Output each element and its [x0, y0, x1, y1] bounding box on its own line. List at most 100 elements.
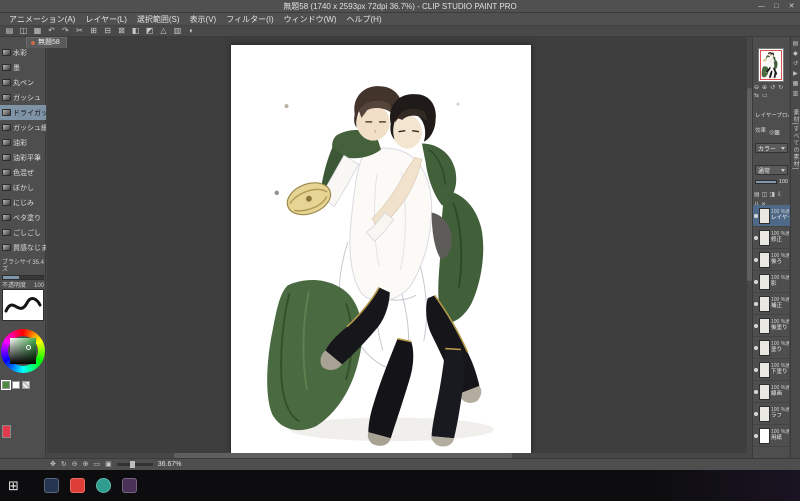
rotate-view-icon[interactable]: ↻ [61, 460, 67, 470]
subtool-item[interactable]: 油彩 [0, 135, 46, 150]
canvas-area[interactable] [47, 37, 752, 458]
subtool-item[interactable]: 油彩平筆 [0, 150, 46, 165]
zoom-slider[interactable] [116, 461, 153, 468]
new-folder-icon[interactable]: ◫ [762, 191, 768, 199]
layer-row[interactable]: 100 %通常 線画 [753, 381, 790, 403]
visibility-eye-icon[interactable] [754, 323, 758, 328]
nav-zoom-out-icon[interactable]: ⊖ [754, 85, 759, 92]
history-icon[interactable]: ↺ [793, 61, 798, 68]
layer-row[interactable]: 100 %通常 修正 [753, 227, 790, 249]
copy-icon[interactable]: ⊞ [88, 26, 99, 36]
menu-item[interactable]: ヘルプ(H) [342, 14, 387, 25]
tone-effect-icon[interactable]: ▩ [774, 130, 780, 136]
canvas-page[interactable] [231, 45, 531, 453]
layer-row[interactable]: 100 %通常 後塗り [753, 315, 790, 337]
mono-pattern-icon[interactable]: ▥ [793, 91, 799, 98]
visibility-eye-icon[interactable] [754, 257, 758, 262]
layer-row[interactable]: 100 %通常 塗り [753, 337, 790, 359]
save-icon[interactable]: ▦ [32, 26, 43, 36]
layer-row[interactable]: 100 %通常 下塗り [753, 359, 790, 381]
layer-row[interactable]: 100 %通常 用紙 [753, 425, 790, 447]
zoom-out-icon[interactable]: ⊖ [72, 460, 78, 470]
zoom-slider-knob[interactable] [130, 461, 136, 468]
menu-item[interactable]: フィルター(I) [221, 14, 278, 25]
zoom-in-icon[interactable]: ⊕ [83, 460, 89, 470]
menu-item[interactable]: 選択範囲(S) [132, 14, 185, 25]
subtool-item[interactable]: ごしごし [0, 225, 46, 240]
close-button[interactable]: ✕ [785, 1, 798, 12]
fit-screen-icon[interactable]: ▭ [94, 460, 101, 470]
menu-item[interactable]: アニメーション(A) [4, 14, 80, 25]
visibility-eye-icon[interactable] [754, 389, 758, 394]
visibility-eye-icon[interactable] [754, 279, 758, 284]
layer-row[interactable]: 100 %通常 レイヤー36 [753, 205, 790, 227]
nav-flip-icon[interactable]: ⇆ [754, 93, 759, 100]
nav-rotate-right-icon[interactable]: ↻ [778, 85, 783, 92]
delete-icon[interactable]: ⊠ [116, 26, 127, 36]
visibility-eye-icon[interactable] [754, 213, 758, 218]
grid-icon[interactable]: ▥ [172, 26, 183, 36]
blend-mode-dropdown[interactable]: 通常 [755, 165, 788, 175]
snap-icon[interactable]: ◩ [144, 26, 155, 36]
color-history-swatch[interactable] [2, 425, 11, 438]
document-tab[interactable]: 無題58 [26, 37, 67, 48]
undo-icon[interactable]: ↶ [46, 26, 57, 36]
cut-icon[interactable]: ✂ [74, 26, 85, 36]
navigator-thumbnail[interactable] [758, 48, 784, 82]
subtool-item[interactable]: 墨 [0, 60, 46, 75]
subtool-item[interactable]: 質感なじませ [0, 240, 46, 255]
menu-item[interactable]: 表示(V) [185, 14, 222, 25]
actual-size-icon[interactable]: ▣ [105, 460, 112, 470]
nav-fit-icon[interactable]: ▭ [762, 93, 768, 100]
subtool-item[interactable]: 色混ぜ [0, 165, 46, 180]
visibility-eye-icon[interactable] [754, 411, 758, 416]
layer-row[interactable]: 100 %通常 補正 [753, 293, 790, 315]
pan-icon[interactable]: ✥ [50, 460, 56, 470]
new-layer-icon[interactable]: ▤ [754, 191, 760, 199]
layer-row[interactable]: 100 %通常 影 [753, 271, 790, 293]
subtool-item[interactable]: ガッシュ [0, 90, 46, 105]
purple-app-icon[interactable] [121, 478, 137, 493]
visibility-eye-icon[interactable] [754, 301, 758, 306]
quick-access-icon[interactable]: ▤ [793, 41, 799, 48]
subtool-item[interactable]: ガッシュ細筆 [0, 120, 46, 135]
layer-row[interactable]: 100 %通常 ラフ [753, 403, 790, 425]
start-button[interactable]: ⊞ [8, 470, 19, 501]
menu-item[interactable]: ウィンドウ(W) [279, 14, 342, 25]
visibility-eye-icon[interactable] [754, 345, 758, 350]
minimize-button[interactable]: — [755, 1, 768, 12]
transfer-down-icon[interactable]: ⇩ [777, 191, 782, 199]
nav-zoom-in-icon[interactable]: ⊕ [762, 85, 767, 92]
nav-rotate-left-icon[interactable]: ↺ [770, 85, 775, 92]
sub-color-swatch[interactable] [12, 381, 20, 389]
title-bar[interactable]: 無題58 (1740 x 2593px 72dpi 36.7%) - CLIP … [0, 0, 800, 13]
main-color-swatch[interactable] [1, 380, 11, 390]
subtool-item[interactable]: ぼかし [0, 180, 46, 195]
material-palette-tab[interactable]: 素材[すべての素材] [791, 109, 800, 170]
subtool-item[interactable]: にじみ [0, 195, 46, 210]
red-app-icon[interactable] [69, 478, 85, 493]
color-saturation-square[interactable] [10, 338, 36, 364]
ruler-icon[interactable]: △ [158, 26, 169, 36]
visibility-eye-icon[interactable] [754, 433, 758, 438]
subtool-item[interactable]: 丸ペン [0, 75, 46, 90]
task-view-icon[interactable] [43, 478, 59, 493]
expression-color-dropdown[interactable]: カラー [755, 143, 788, 153]
layer-mask-icon[interactable]: ◨ [769, 191, 775, 199]
auto-action-icon[interactable]: ▶ [793, 71, 798, 78]
subtool-item[interactable]: ベタ塗り [0, 210, 46, 225]
fill-icon[interactable]: ◧ [130, 26, 141, 36]
layer-row[interactable]: 100 %通常 後ろ [753, 249, 790, 271]
material-icon[interactable]: ◆ [793, 51, 798, 58]
visibility-eye-icon[interactable] [754, 235, 758, 240]
transparent-color-swatch[interactable] [22, 381, 30, 389]
subtool-item[interactable]: ドライガッシュ [0, 105, 46, 120]
clip-studio-icon[interactable] [95, 478, 111, 493]
open-file-icon[interactable]: ◫ [18, 26, 29, 36]
settings-icon[interactable]: ◐ [186, 26, 197, 36]
paste-icon[interactable]: ⊟ [102, 26, 113, 36]
layer-opacity-slider[interactable] [755, 180, 777, 184]
maximize-button[interactable]: □ [770, 1, 783, 12]
new-file-icon[interactable]: ▤ [4, 26, 15, 36]
color-pattern-icon[interactable]: ▦ [793, 81, 799, 88]
